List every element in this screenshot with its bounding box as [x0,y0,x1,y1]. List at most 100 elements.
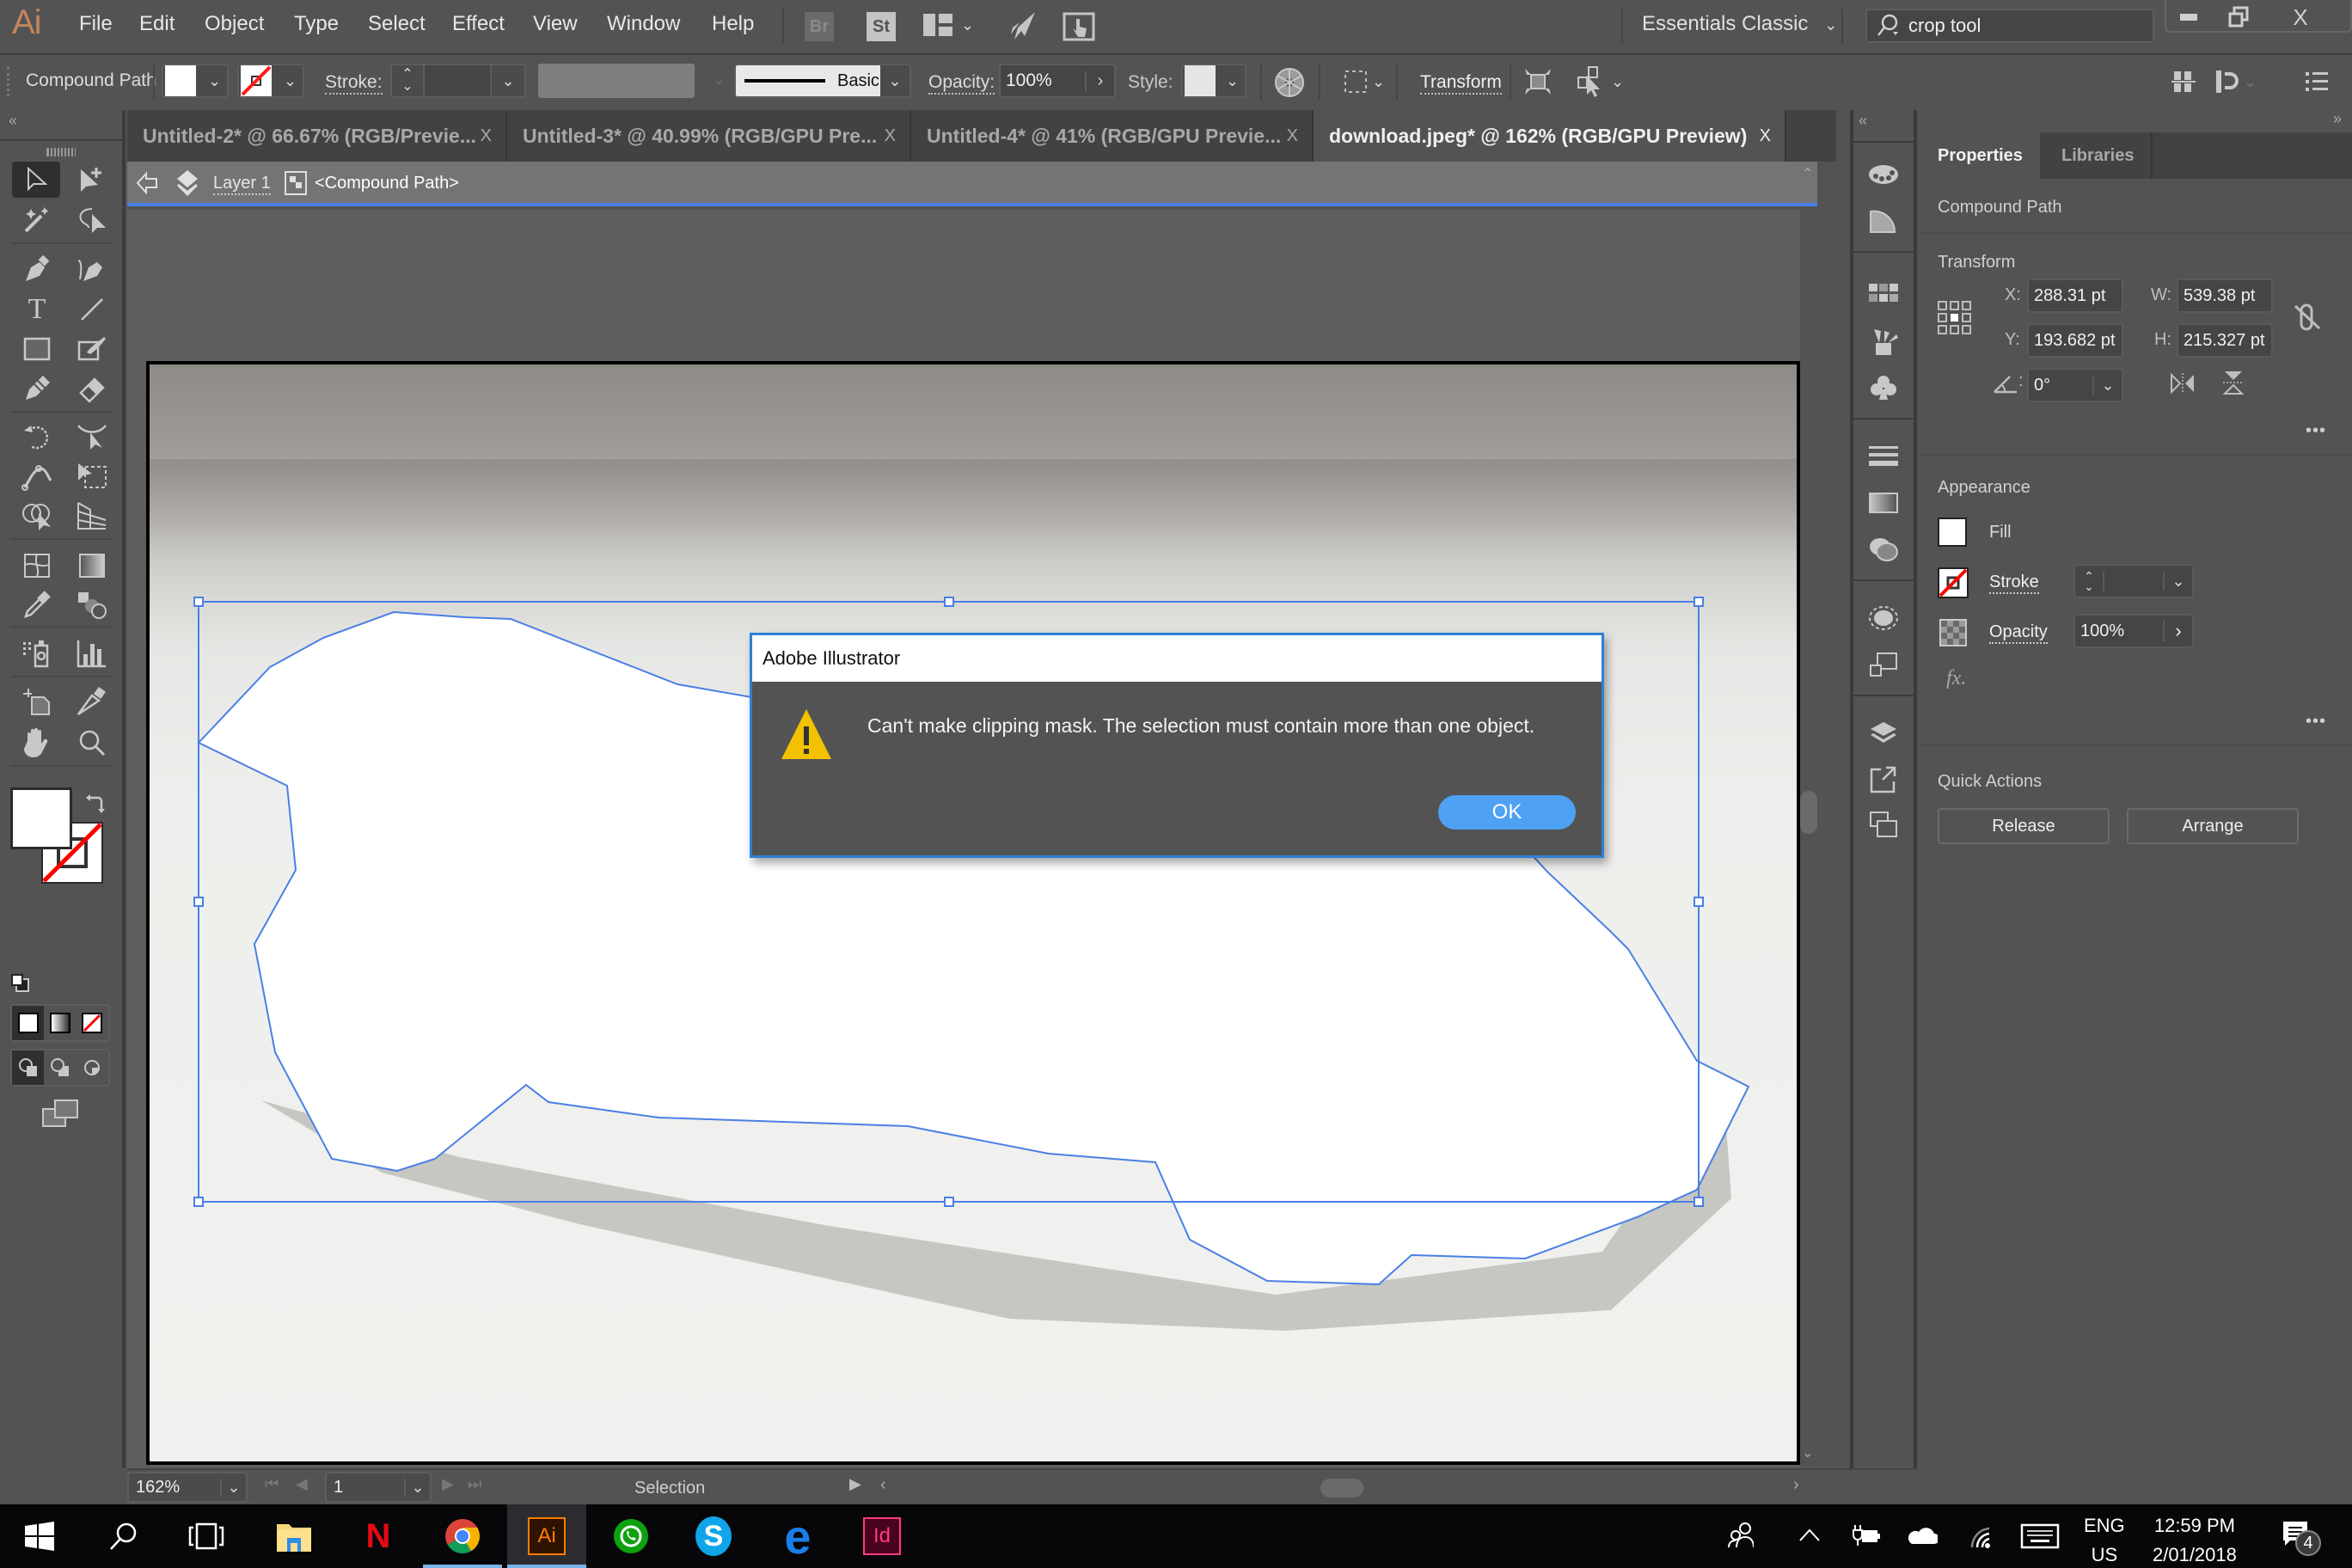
symbol-sprayer-tool[interactable] [15,634,58,672]
zoom-tool[interactable] [70,724,113,762]
default-fill-stroke-icon[interactable] [10,973,31,994]
people-icon[interactable] [1728,1522,1754,1549]
selection-tool[interactable] [12,162,60,198]
align-to-button[interactable]: ⌄ [1343,69,1385,95]
close-tab-icon[interactable]: X [1760,126,1771,146]
paintbrush-tool[interactable] [70,330,113,368]
export-panel-button[interactable] [1853,758,1914,801]
appearance-stroke-swatch[interactable] [1938,567,1969,598]
draw-normal-button[interactable] [12,1050,45,1085]
color-guide-panel-button[interactable] [1853,199,1914,242]
workspace-switcher[interactable]: Essentials Classic ⌄ [1642,12,1837,36]
arrange-documents-button[interactable]: ⌄ [923,14,974,36]
menu-file[interactable]: File [79,12,113,36]
select-similar-button[interactable]: ⌄ [1577,65,1624,98]
chevron-down-icon[interactable]: ⌄ [2163,572,2192,591]
width-field[interactable]: 539.38 pt [2177,279,2273,313]
stroke-weight-field[interactable]: ⌃ ⌄ ⌄ [390,64,526,98]
stroke-label[interactable]: Stroke: [325,72,383,95]
mesh-tool[interactable] [15,547,58,585]
stroke-label[interactable]: Stroke [1989,573,2039,594]
stroke-weight-input[interactable] [2104,566,2163,597]
menu-effect[interactable]: Effect [452,12,505,36]
close-tab-icon[interactable]: X [1287,126,1298,146]
start-button[interactable] [0,1504,79,1568]
minimize-button[interactable] [2166,2,2211,33]
artboard-tool[interactable] [15,683,58,720]
wifi-icon[interactable] [1969,1522,1991,1549]
handle-bottom-right[interactable] [1694,1197,1704,1207]
hand-tool[interactable] [15,724,58,762]
tab-download-jpeg[interactable]: download.jpeg* @ 162% (RGB/GPU Preview) … [1314,110,1786,162]
panel-menu-icon[interactable] [2306,70,2328,93]
appearance-fill-swatch[interactable] [1938,518,1967,547]
handle-top-right[interactable] [1694,597,1704,607]
bridge-button[interactable]: Br [805,12,834,41]
opacity-field[interactable]: 100% › [999,64,1116,98]
recolor-artwork-icon[interactable] [1274,67,1305,98]
brush-definition-dropdown[interactable]: Basic ⌄ [734,64,911,98]
handle-bottom-left[interactable] [193,1197,204,1207]
selected-compound-path[interactable] [150,364,1797,1461]
clock[interactable]: 12:59 PM 2/01/2018 [2153,1511,2237,1568]
close-tab-icon[interactable]: X [481,126,492,146]
lasso-tool[interactable] [70,201,113,239]
collapse-panel-icon[interactable]: « [9,112,17,130]
menu-type[interactable]: Type [294,12,339,36]
appearance-panel-button[interactable] [1853,597,1914,640]
shape-builder-tool[interactable] [15,497,58,535]
back-arrow-icon[interactable] [134,170,160,196]
direct-selection-tool[interactable] [70,162,113,199]
color-panel-button[interactable] [1853,153,1914,196]
taskbar-whatsapp[interactable] [591,1504,671,1568]
rotate-tool[interactable] [15,418,58,456]
onedrive-cloud-icon[interactable] [1907,1525,1938,1546]
pencil-tool[interactable] [15,370,58,407]
menu-window[interactable]: Window [607,12,680,36]
zoom-level-dropdown[interactable]: 162% ⌄ [127,1472,248,1503]
stroke-weight-input[interactable] [423,65,492,96]
transparency-panel-button[interactable] [1853,528,1914,571]
eraser-tool[interactable] [70,370,113,407]
variable-width-profile[interactable]: ⌄ [538,64,726,98]
slice-tool[interactable] [70,683,113,720]
swatches-panel-button[interactable] [1853,272,1914,315]
menu-view[interactable]: View [533,12,578,36]
scroll-down-icon[interactable]: ⌄ [1802,1444,1813,1461]
free-transform-tool[interactable] [70,457,113,495]
stepper-icon[interactable]: ⌃ ⌄ [392,68,423,94]
search-button[interactable] [84,1504,163,1568]
taskbar-file-explorer[interactable] [254,1504,334,1568]
graphic-style-dropdown[interactable]: ⌄ [1181,64,1246,98]
x-field[interactable]: 288.31 pt [2027,279,2123,313]
chevron-down-icon[interactable]: ⌄ [2092,376,2122,395]
expand-panels-icon[interactable]: » [2333,110,2342,128]
line-segment-tool[interactable] [70,291,113,328]
scroll-right-icon[interactable]: › [1793,1475,1799,1495]
isolate-object-icon[interactable] [1523,67,1553,96]
vertical-scroll-thumb[interactable] [1800,791,1817,834]
symbols-panel-button[interactable] [1853,366,1914,409]
width-tool[interactable] [70,418,113,456]
fill-color-swatch[interactable] [10,787,72,849]
previous-artboard-button[interactable]: ◀ [296,1475,308,1493]
stepper-icon[interactable]: ⌃ ⌄ [2075,570,2104,592]
next-artboard-button[interactable]: ▶ [442,1475,454,1493]
stock-button[interactable]: St [867,12,896,41]
collapse-panels-icon[interactable]: « [1859,112,1867,130]
y-field[interactable]: 193.682 pt [2027,323,2123,358]
last-artboard-button[interactable]: ⏭ [468,1475,481,1493]
horizontal-scrollbar[interactable]: ‹ › [880,1473,1809,1503]
arrange-button[interactable]: Arrange [2127,808,2299,844]
column-graph-tool[interactable] [70,634,113,672]
opacity-label[interactable]: Opacity [1989,622,2048,644]
tab-libraries[interactable]: Libraries [2044,132,2153,179]
breadcrumb-layer[interactable]: Layer 1 [213,174,271,195]
ok-button[interactable]: OK [1438,795,1576,830]
restore-button[interactable] [2216,2,2261,33]
swap-fill-stroke-icon[interactable] [86,794,105,813]
draw-inside-button[interactable] [77,1050,108,1085]
release-button[interactable]: Release [1938,808,2110,844]
show-hidden-icons-chevron[interactable] [1798,1527,1821,1542]
align-icon[interactable] [2171,69,2196,95]
